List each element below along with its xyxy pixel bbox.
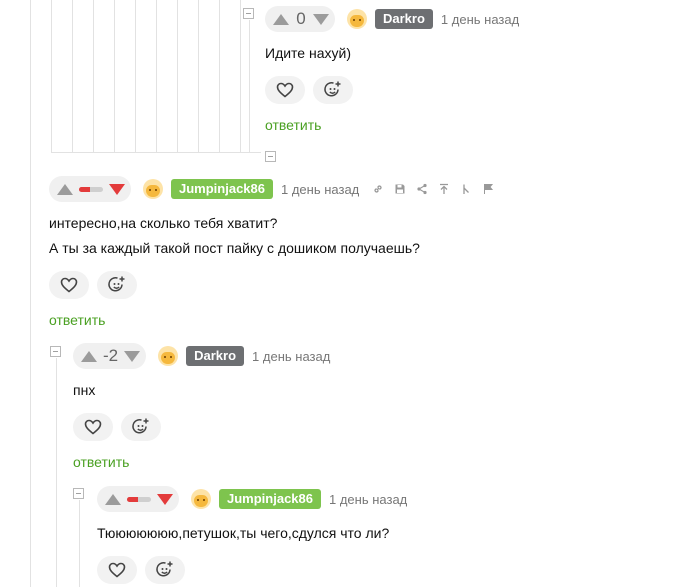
comment-score: 0 bbox=[296, 9, 306, 28]
downvote-icon[interactable] bbox=[124, 350, 141, 362]
like-button[interactable] bbox=[73, 413, 113, 441]
vote-widget bbox=[97, 486, 179, 512]
thread-line bbox=[93, 0, 94, 152]
comment: -2 Darkro 1 день назад пнх ответить bbox=[73, 343, 693, 478]
rating-bar bbox=[79, 186, 103, 192]
jump-to-parent-icon[interactable] bbox=[437, 183, 450, 196]
collapse-minus-icon[interactable] bbox=[265, 151, 276, 162]
author-name[interactable]: Jumpinjack86 bbox=[219, 489, 321, 509]
add-reaction-button[interactable] bbox=[121, 413, 161, 441]
like-button[interactable] bbox=[97, 556, 137, 584]
heart-icon bbox=[108, 562, 126, 578]
avatar[interactable] bbox=[347, 9, 367, 29]
branch-icon[interactable] bbox=[459, 183, 472, 196]
share-icon[interactable] bbox=[415, 183, 428, 196]
comment-time[interactable]: 1 день назад bbox=[329, 492, 407, 507]
reply-link[interactable]: ответить bbox=[73, 454, 129, 470]
comment-score: -2 bbox=[103, 346, 119, 365]
comment-actions bbox=[49, 271, 137, 299]
add-emoji-icon bbox=[324, 81, 341, 97]
comment-text: Идите нахуй) bbox=[265, 45, 351, 61]
heart-icon bbox=[84, 419, 102, 435]
rating-bar bbox=[127, 496, 151, 502]
avatar[interactable] bbox=[158, 346, 179, 366]
collapse-minus-icon[interactable] bbox=[50, 346, 61, 357]
report-flag-icon[interactable] bbox=[481, 183, 494, 196]
collapse-minus-icon[interactable] bbox=[243, 8, 254, 19]
comment: 0 Darkro 1 день назад Идите нахуй) ответ… bbox=[265, 6, 695, 141]
comment-header: -2 Darkro 1 день назад bbox=[73, 343, 330, 369]
reply-link[interactable]: ответить bbox=[265, 117, 321, 133]
add-emoji-icon bbox=[132, 418, 149, 434]
comment-time[interactable]: 1 день назад bbox=[441, 12, 519, 27]
comment: Jumpinjack86 1 день назад Тююююююю,петуш… bbox=[97, 486, 695, 587]
like-button[interactable] bbox=[49, 271, 89, 299]
downvote-icon[interactable] bbox=[313, 13, 329, 25]
author-name[interactable]: Darkro bbox=[375, 9, 433, 29]
add-reaction-button[interactable] bbox=[97, 271, 137, 299]
collapse-minus-icon[interactable] bbox=[73, 488, 84, 499]
thread-line bbox=[198, 0, 199, 152]
comment-text: А ты за каждый такой пост пайку с дошико… bbox=[49, 240, 420, 256]
comment-header: Jumpinjack86 1 день назад bbox=[97, 486, 407, 512]
upvote-icon[interactable] bbox=[273, 13, 289, 25]
comment: Jumpinjack86 1 день назад интересно,на с… bbox=[49, 176, 689, 328]
thread-line bbox=[156, 0, 157, 152]
heart-icon bbox=[276, 82, 294, 98]
comment-time[interactable]: 1 день назад bbox=[281, 182, 359, 197]
vote-widget bbox=[49, 176, 131, 202]
vote-widget: 0 bbox=[265, 6, 335, 32]
like-button[interactable] bbox=[265, 76, 305, 104]
upvote-icon[interactable] bbox=[81, 350, 97, 362]
comment-time[interactable]: 1 день назад bbox=[252, 349, 330, 364]
comment-actions bbox=[265, 76, 353, 104]
thread-line bbox=[249, 20, 250, 152]
thread-line bbox=[51, 152, 261, 153]
author-name[interactable]: Jumpinjack86 bbox=[171, 179, 273, 199]
reply-link[interactable]: ответить bbox=[49, 312, 105, 328]
comment-actions bbox=[73, 413, 161, 441]
vote-widget: -2 bbox=[73, 343, 147, 369]
downvote-icon[interactable] bbox=[109, 183, 125, 195]
thread-line bbox=[51, 0, 52, 152]
comment-actions bbox=[97, 556, 185, 584]
upvote-icon[interactable] bbox=[105, 493, 121, 505]
thread-line bbox=[72, 0, 73, 152]
comment-tools bbox=[371, 183, 494, 196]
downvote-icon[interactable] bbox=[157, 493, 173, 505]
thread-line bbox=[135, 0, 136, 152]
comment-text: Тююююююю,петушок,ты чего,сдулся что ли? bbox=[97, 525, 390, 541]
add-emoji-icon bbox=[156, 561, 173, 577]
add-reaction-button[interactable] bbox=[145, 556, 185, 584]
thread-line bbox=[30, 0, 31, 587]
comment-header: Jumpinjack86 1 день назад bbox=[49, 176, 494, 202]
comment-text: интересно,на сколько тебя хватит? bbox=[49, 215, 278, 231]
thread-line bbox=[114, 0, 115, 152]
avatar[interactable] bbox=[143, 179, 163, 199]
add-reaction-button[interactable] bbox=[313, 76, 353, 104]
upvote-icon[interactable] bbox=[57, 183, 73, 195]
thread-line bbox=[240, 0, 241, 152]
comment-header: 0 Darkro 1 день назад bbox=[265, 6, 519, 32]
add-emoji-icon bbox=[108, 276, 125, 292]
thread-line bbox=[56, 358, 57, 587]
thread-line bbox=[79, 500, 80, 587]
avatar[interactable] bbox=[191, 489, 211, 509]
author-name[interactable]: Darkro bbox=[186, 346, 245, 366]
thread-line bbox=[219, 0, 220, 152]
heart-icon bbox=[60, 277, 78, 293]
link-icon[interactable] bbox=[371, 183, 384, 196]
thread-line bbox=[177, 0, 178, 152]
comment-text: пнх bbox=[73, 382, 96, 398]
save-icon[interactable] bbox=[393, 183, 406, 196]
